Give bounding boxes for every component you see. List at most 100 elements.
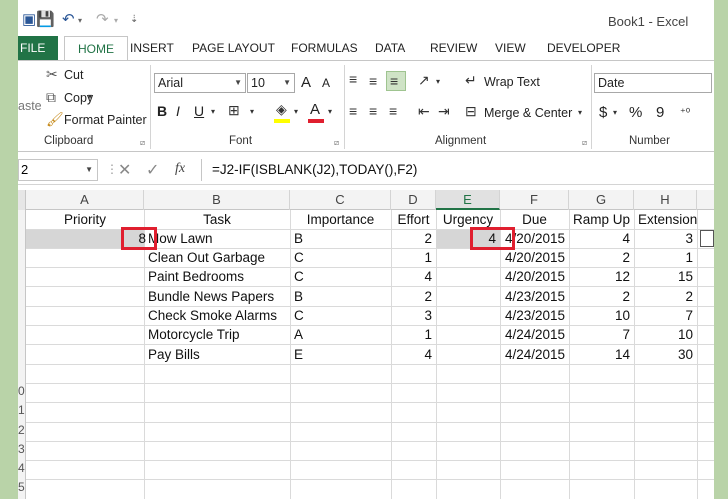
cell-ramp-up[interactable]: 2	[569, 248, 634, 267]
align-right-icon[interactable]: ≡	[389, 103, 397, 119]
cell-importance[interactable]: C	[290, 267, 308, 286]
cell-ramp-up[interactable]: 14	[569, 345, 634, 364]
orientation-dropdown-icon[interactable]: ▾	[436, 77, 440, 86]
cell-extension[interactable]: 3	[634, 229, 697, 248]
tab-review[interactable]: REVIEW	[430, 36, 477, 60]
increase-indent-icon[interactable]: ⇥	[438, 103, 450, 120]
header-cell-importance[interactable]: Importance	[290, 210, 391, 229]
formula-input[interactable]: =J2-IF(ISBLANK(J2),TODAY(),F2)	[201, 159, 714, 181]
row-header[interactable]: 4	[18, 461, 26, 475]
italic-button[interactable]: I	[176, 103, 180, 119]
cell-due[interactable]: 4/20/2015	[500, 267, 569, 286]
cell-effort[interactable]: 1	[391, 325, 436, 344]
clipboard-launcher-icon[interactable]: ⧄	[140, 138, 145, 148]
cell-due[interactable]: 4/24/2015	[500, 345, 569, 364]
cell-effort[interactable]: 4	[391, 345, 436, 364]
cell-due[interactable]: 4/23/2015	[500, 287, 569, 306]
align-center-icon[interactable]: ≡	[369, 103, 377, 119]
orientation-icon[interactable]: ↗	[418, 72, 430, 89]
wrap-text-button[interactable]: Wrap Text	[484, 75, 540, 89]
column-header-a[interactable]: A	[26, 190, 144, 210]
row-header[interactable]: 0	[18, 384, 26, 398]
tab-formulas[interactable]: FORMULAS	[291, 36, 358, 60]
font-color-icon[interactable]: A	[310, 101, 320, 118]
header-cell-task[interactable]: Task	[144, 210, 290, 229]
column-header-e[interactable]: E	[436, 190, 500, 210]
cell-importance[interactable]: C	[290, 306, 308, 325]
row-header[interactable]: 3	[18, 442, 26, 456]
cell-ramp-up[interactable]: 7	[569, 325, 634, 344]
select-all-corner[interactable]	[18, 190, 26, 210]
tab-view[interactable]: VIEW	[495, 36, 526, 60]
cell-extension[interactable]: 1	[634, 248, 697, 267]
cell-task[interactable]: Motorcycle Trip	[144, 325, 244, 344]
borders-icon[interactable]: ⊞	[228, 102, 240, 119]
merge-dropdown-icon[interactable]: ▾	[578, 108, 582, 117]
row-header[interactable]: 2	[18, 423, 26, 437]
undo-icon[interactable]: ↶	[62, 10, 75, 28]
underline-button[interactable]: U	[194, 103, 204, 119]
format-painter-button[interactable]: Format Painter	[64, 113, 147, 127]
column-header-h[interactable]: H	[634, 190, 697, 210]
cell-importance[interactable]: C	[290, 248, 308, 267]
column-header-d[interactable]: D	[391, 190, 436, 210]
header-cell-effort[interactable]: Effort	[391, 210, 436, 229]
cell-due[interactable]: 4/20/2015	[500, 248, 569, 267]
save-icon[interactable]: 💾	[36, 10, 55, 28]
insert-function-icon[interactable]: fx	[175, 161, 185, 177]
column-header-b[interactable]: B	[144, 190, 290, 210]
cell-effort[interactable]: 4	[391, 267, 436, 286]
currency-button[interactable]: $	[599, 104, 607, 121]
font-launcher-icon[interactable]: ⧄	[334, 138, 339, 148]
fill-dropdown-icon[interactable]: ▾	[294, 107, 298, 116]
cell-importance[interactable]: E	[290, 345, 307, 364]
cell-task[interactable]: Pay Bills	[144, 345, 204, 364]
tab-developer[interactable]: DEVELOPER	[547, 36, 620, 60]
tab-file[interactable]: FILE	[18, 36, 58, 60]
name-box[interactable]: 2 ▼	[18, 159, 98, 181]
column-header-c[interactable]: C	[290, 190, 391, 210]
increase-decimal-icon[interactable]: ⁺⁰	[680, 106, 690, 119]
shrink-font-button[interactable]: A	[322, 76, 330, 90]
tab-home[interactable]: HOME	[64, 36, 128, 61]
comma-button[interactable]: 9	[656, 104, 664, 121]
font-size-select[interactable]: 10 ▼	[247, 73, 295, 93]
cell-importance[interactable]: B	[290, 229, 307, 248]
cell-due[interactable]: 4/23/2015	[500, 306, 569, 325]
header-cell-extension[interactable]: Extension	[634, 210, 697, 229]
paste-button[interactable]: aste	[18, 99, 42, 113]
cut-button[interactable]: Cut	[64, 68, 83, 82]
column-header-g[interactable]: G	[569, 190, 634, 210]
font-color-dropdown-icon[interactable]: ▾	[328, 107, 332, 116]
redo-icon[interactable]: ↷	[96, 10, 109, 28]
undo-dropdown-icon[interactable]: ▾	[78, 16, 82, 25]
cell-ramp-up[interactable]: 12	[569, 267, 634, 286]
cell-ramp-up[interactable]: 4	[569, 229, 634, 248]
fill-color-icon[interactable]: ◈	[276, 101, 287, 118]
cell-due[interactable]: 4/24/2015	[500, 325, 569, 344]
cell-effort[interactable]: 2	[391, 229, 436, 248]
align-top-icon[interactable]: ≡	[349, 71, 357, 87]
bold-button[interactable]: B	[157, 103, 167, 119]
spreadsheet-grid[interactable]: A B C D E F G H 0 1 2 3 4 5 Priority Tas…	[18, 190, 714, 499]
cell-task[interactable]: Paint Bedrooms	[144, 267, 248, 286]
cell-ramp-up[interactable]: 10	[569, 306, 634, 325]
copy-dropdown-icon[interactable]: ▾	[88, 92, 92, 101]
cell-task[interactable]: Check Smoke Alarms	[144, 306, 281, 325]
cell-task[interactable]: Bundle News Papers	[144, 287, 278, 306]
active-cell[interactable]	[700, 230, 714, 247]
cell-ramp-up[interactable]: 2	[569, 287, 634, 306]
cell-importance[interactable]: B	[290, 287, 307, 306]
cell-extension[interactable]: 15	[634, 267, 697, 286]
header-cell-ramp-up[interactable]: Ramp Up	[569, 210, 634, 229]
alignment-launcher-icon[interactable]: ⧄	[582, 138, 587, 148]
currency-dropdown-icon[interactable]: ▾	[613, 108, 617, 117]
align-left-icon[interactable]: ≡	[349, 103, 357, 119]
percent-button[interactable]: %	[629, 104, 642, 121]
cell-extension[interactable]: 2	[634, 287, 697, 306]
cell-extension[interactable]: 7	[634, 306, 697, 325]
align-middle-icon[interactable]: ≡	[369, 73, 377, 89]
number-format-select[interactable]: Date	[594, 73, 712, 93]
row-header[interactable]: 5	[18, 480, 26, 494]
decrease-indent-icon[interactable]: ⇤	[418, 103, 430, 120]
